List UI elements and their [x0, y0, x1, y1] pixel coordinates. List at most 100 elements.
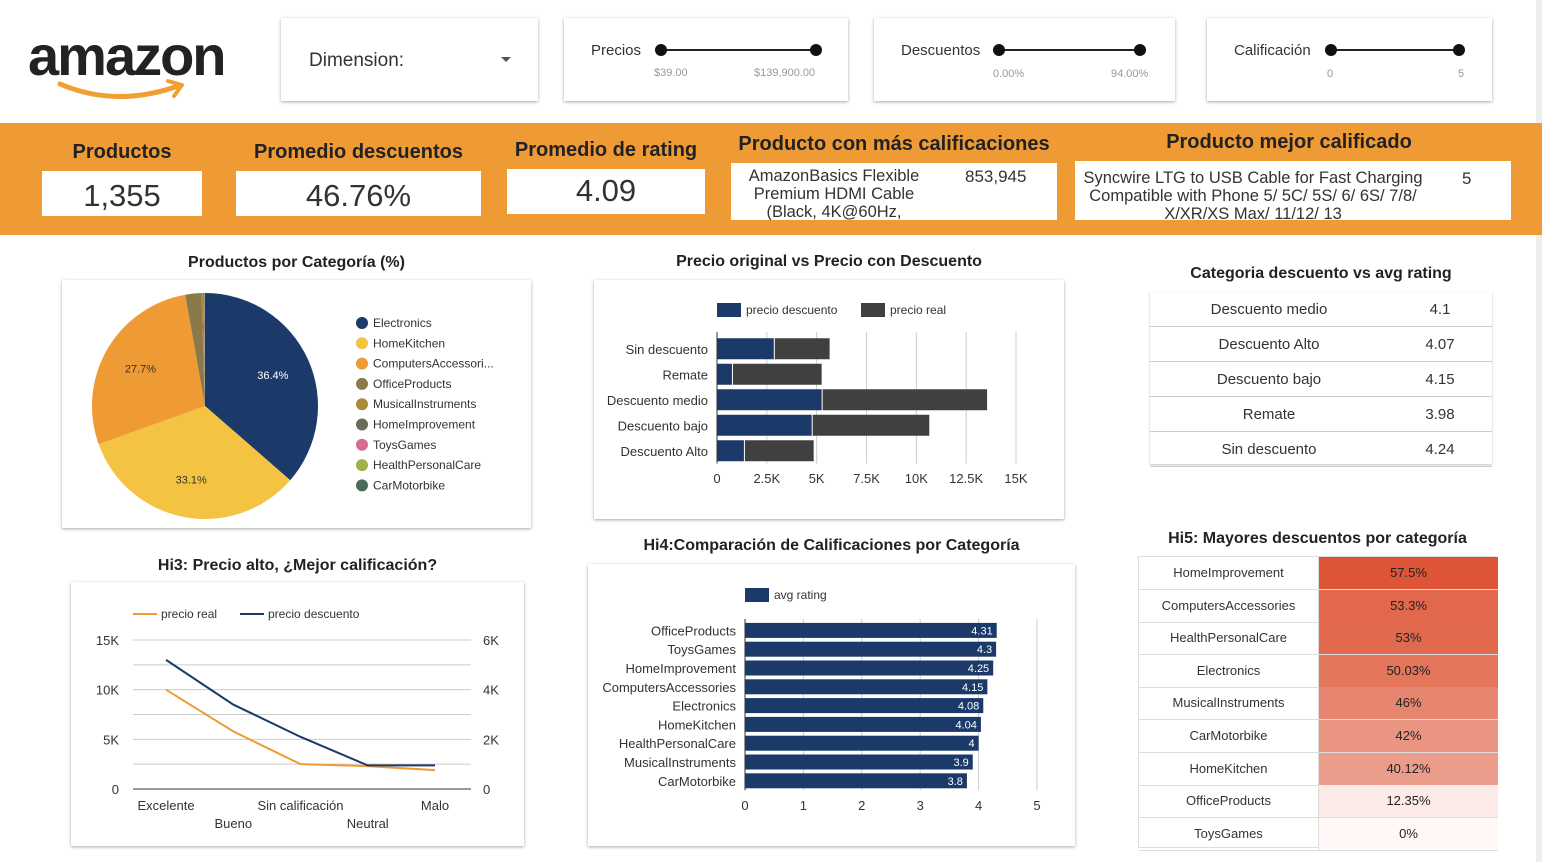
rating-bar-chart: avg rating 0 1 2 3 4 5 OfficeProducts 4.31 ToysGa… [602, 588, 1041, 813]
x-tick-label: Neutral [347, 816, 389, 831]
table-cell-rating: 4.15 [1425, 371, 1455, 388]
series-line[interactable] [165, 688, 436, 772]
kpi-mejor-calificado-value: 5 [1462, 169, 1472, 188]
precios-label: Precios [591, 42, 642, 59]
y-tick-label: HomeKitchen [658, 717, 736, 732]
calificacion-max-handle[interactable] [1453, 44, 1465, 56]
legend-item[interactable]: MusicalInstruments [373, 397, 476, 411]
bar[interactable] [745, 716, 981, 732]
table-row: Sin descuento 4.24 [1150, 432, 1492, 467]
rating-bar-chart-card: avg rating 0 1 2 3 4 5 OfficeProducts 4.31 ToysGa… [588, 564, 1075, 846]
x-tick-label: 5K [809, 471, 825, 486]
bar-data-label: 4.25 [968, 663, 989, 675]
heatmap-category-cell: HealthPersonalCare [1139, 622, 1319, 655]
calificacion-slider-control: Calificación 0 5 [1207, 18, 1492, 101]
bar-segment[interactable] [732, 363, 822, 385]
legend-item[interactable]: precio descuento [746, 303, 838, 317]
bar[interactable] [745, 679, 988, 695]
kpi-rating-title: Promedio de rating [514, 139, 698, 161]
descuentos-min-handle[interactable] [993, 44, 1005, 56]
bar-segment[interactable] [774, 338, 830, 360]
table-cell-category: Sin descuento [1221, 441, 1317, 458]
line-chart: precio real precio descuento 15K 10K 5K 0 6K 4K… [96, 607, 499, 831]
precios-slider-track[interactable] [661, 49, 816, 51]
stacked-bar-chart-title: Precio original vs Precio con Descuento [676, 253, 982, 270]
precios-max-handle[interactable] [810, 44, 822, 56]
bar[interactable] [745, 754, 973, 770]
line-chart-card: precio real precio descuento 15K 10K 5K 0 6K 4K… [71, 582, 524, 846]
bar-segment[interactable] [744, 440, 814, 462]
pie-chart-title: Productos por Categoría (%) [188, 254, 405, 271]
x-tick-label: 3 [917, 798, 924, 813]
bar-data-label: 4.15 [962, 682, 983, 694]
bar[interactable] [745, 698, 984, 714]
bar-data-label: 3.8 [948, 776, 963, 788]
heatmap-row: Electronics 50.03% [1139, 654, 1498, 688]
bar-data-label: 4.08 [958, 701, 979, 713]
heatmap-value-cell: 50.03% [1319, 654, 1498, 687]
legend-item[interactable]: precio real [161, 607, 217, 621]
table-cell-category: Descuento Alto [1218, 336, 1320, 353]
legend-swatch [356, 398, 368, 411]
precios-slider-control: Precios $39.00 $139,900.00 [564, 18, 848, 101]
heatmap-category-cell: OfficeProducts [1139, 785, 1319, 818]
legend-item[interactable]: precio descuento [268, 607, 360, 621]
y-right-tick-label: 4K [483, 683, 499, 698]
legend-item[interactable]: Electronics [373, 316, 432, 330]
x-tick-label: 2.5K [753, 471, 780, 486]
heatmap-category-cell: MusicalInstruments [1139, 687, 1319, 720]
heatmap-category-cell: Electronics [1139, 654, 1319, 687]
legend-item[interactable]: HealthPersonalCare [373, 458, 481, 472]
amazon-logo: amazon [28, 28, 248, 108]
bar-segment[interactable] [717, 363, 732, 385]
x-tick-label: 0 [713, 471, 720, 486]
precios-min-value: $39.00 [654, 67, 688, 79]
kpi-rating-card: 4.09 [507, 169, 705, 214]
legend-item[interactable]: precio real [890, 303, 946, 317]
y-tick-label: OfficeProducts [651, 623, 737, 638]
x-tick-label: 5 [1033, 798, 1040, 813]
y-tick-label: CarMotorbike [658, 774, 736, 789]
y-tick-label: Descuento medio [607, 393, 708, 408]
descuentos-max-handle[interactable] [1134, 44, 1146, 56]
legend-item[interactable]: ToysGames [373, 438, 436, 452]
calificacion-max-value: 5 [1458, 68, 1465, 80]
series-line[interactable] [165, 659, 435, 767]
y-tick-label: Descuento Alto [621, 444, 708, 459]
bar[interactable] [745, 660, 994, 676]
legend-swatch [745, 588, 769, 602]
table-row: Descuento medio 4.1 [1150, 292, 1492, 327]
legend-swatch [717, 303, 741, 317]
precios-min-handle[interactable] [655, 44, 667, 56]
bar-segment[interactable] [717, 440, 744, 462]
legend-item[interactable]: avg rating [774, 588, 827, 602]
bar-segment[interactable] [717, 338, 774, 360]
y-left-tick-label: 10K [96, 683, 119, 698]
y-tick-label: HealthPersonalCare [619, 736, 736, 751]
calificacion-min-handle[interactable] [1325, 44, 1337, 56]
legend-item[interactable]: HomeImprovement [373, 418, 476, 432]
legend-swatch [356, 357, 368, 370]
y-tick-label: Descuento bajo [618, 418, 708, 433]
bar-segment[interactable] [822, 389, 988, 411]
bar-segment[interactable] [812, 414, 930, 436]
legend-item[interactable]: HomeKitchen [373, 336, 445, 350]
bar[interactable] [745, 622, 997, 638]
calificacion-slider-track[interactable] [1331, 49, 1459, 51]
bar-data-label: 3.9 [953, 757, 968, 769]
descuentos-slider-track[interactable] [999, 49, 1140, 51]
bar-segment[interactable] [717, 414, 812, 436]
legend-item[interactable]: ComputersAccessori... [373, 357, 494, 371]
bar[interactable] [745, 735, 979, 751]
table-row: Descuento bajo 4.15 [1150, 362, 1492, 397]
rating-table-title: Categoria descuento vs avg rating [1190, 265, 1452, 282]
legend-swatch [356, 418, 368, 431]
bar-segment[interactable] [717, 389, 822, 411]
dimension-dropdown[interactable]: Dimension: [281, 18, 538, 101]
heatmap-row: HomeKitchen 40.12% [1139, 752, 1498, 786]
y-left-tick-label: 0 [112, 782, 119, 797]
legend-item[interactable]: CarMotorbike [373, 478, 445, 492]
bar[interactable] [745, 641, 997, 657]
bar[interactable] [745, 773, 967, 789]
legend-item[interactable]: OfficeProducts [373, 377, 451, 391]
